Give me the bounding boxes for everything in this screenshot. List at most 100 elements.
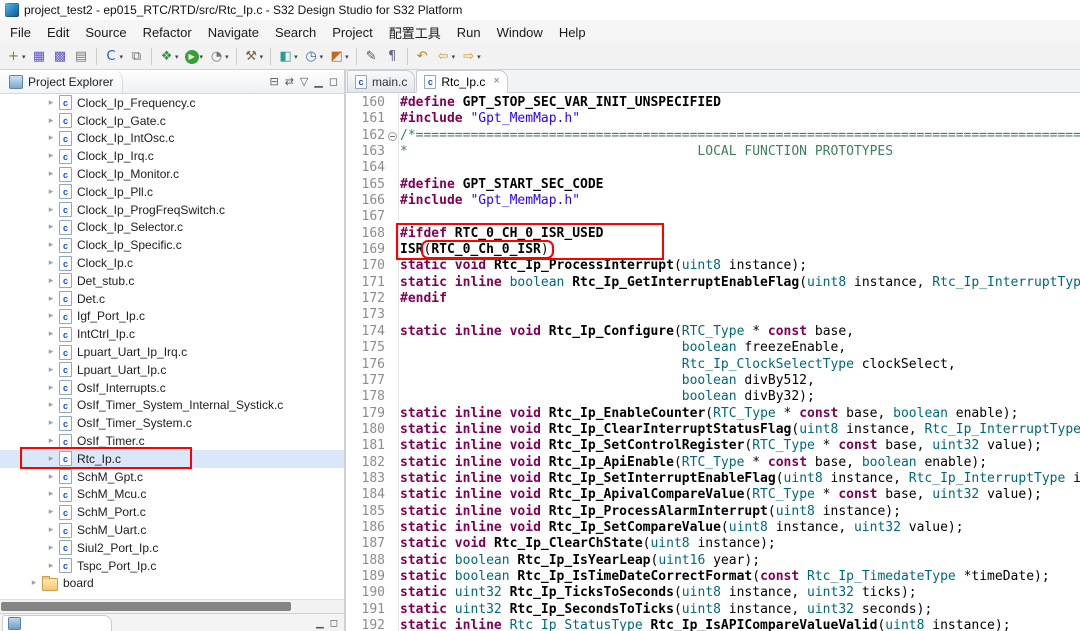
tree-item-board[interactable]: ▸ board bbox=[0, 575, 344, 593]
chevron-collapsed-icon[interactable]: ▸ bbox=[43, 507, 59, 517]
chevron-collapsed-icon[interactable]: ▸ bbox=[43, 525, 59, 535]
chevron-collapsed-icon[interactable]: ▸ bbox=[43, 98, 59, 108]
minimize-button[interactable]: ▁ bbox=[316, 618, 324, 629]
tree-item-schm-port-c[interactable]: ▸ c SchM_Port.c bbox=[0, 503, 344, 521]
chevron-collapsed-icon[interactable]: ▸ bbox=[43, 294, 59, 304]
chevron-collapsed-icon[interactable]: ▸ bbox=[43, 258, 59, 268]
tree-item-osif-timer-system-c[interactable]: ▸ c OsIf_Timer_System.c bbox=[0, 414, 344, 432]
fold-marker-icon[interactable] bbox=[388, 131, 397, 141]
chevron-collapsed-icon[interactable]: ▸ bbox=[43, 133, 59, 143]
print-button[interactable]: ▤ bbox=[71, 46, 92, 67]
chevron-collapsed-icon[interactable]: ▸ bbox=[26, 578, 42, 588]
close-icon[interactable]: × bbox=[493, 76, 499, 87]
chevron-collapsed-icon[interactable]: ▸ bbox=[43, 276, 59, 286]
save-button[interactable]: ▦ bbox=[29, 46, 50, 67]
menu-search[interactable]: Search bbox=[267, 22, 324, 43]
explorer-hscrollbar[interactable] bbox=[0, 599, 344, 613]
menu-edit[interactable]: Edit bbox=[39, 22, 77, 43]
pins-tool-button[interactable]: ◧ ▾ bbox=[275, 46, 301, 67]
tree-item-intctrl-ip-c[interactable]: ▸ c IntCtrl_Ip.c bbox=[0, 325, 344, 343]
tree-item-rtc-ip-c[interactable]: ▸ c Rtc_Ip.c bbox=[0, 449, 344, 468]
show-whitespace-button[interactable]: ¶ bbox=[382, 46, 403, 67]
tree-item-clock-ip-specific-c[interactable]: ▸ c Clock_Ip_Specific.c bbox=[0, 236, 344, 254]
tree-item-clock-ip-intosc-c[interactable]: ▸ c Clock_Ip_IntOsc.c bbox=[0, 130, 344, 148]
view-menu-button[interactable]: ▽ bbox=[300, 75, 308, 88]
tree-item-schm-gpt-c[interactable]: ▸ c SchM_Gpt.c bbox=[0, 468, 344, 486]
chevron-collapsed-icon[interactable]: ▸ bbox=[43, 400, 59, 410]
chevron-collapsed-icon[interactable]: ▸ bbox=[43, 311, 59, 321]
tree-item-clock-ip-frequency-c[interactable]: ▸ c Clock_Ip_Frequency.c bbox=[0, 94, 344, 112]
maximize-button[interactable]: ◻ bbox=[329, 75, 338, 88]
chevron-collapsed-icon[interactable]: ▸ bbox=[43, 116, 59, 126]
collapse-all-button[interactable]: ⊟ bbox=[269, 75, 278, 88]
chevron-collapsed-icon[interactable]: ▸ bbox=[43, 543, 59, 553]
tree-item-lpuart-uart-ip-c[interactable]: ▸ c Lpuart_Uart_Ip.c bbox=[0, 361, 344, 379]
chevron-collapsed-icon[interactable]: ▸ bbox=[43, 222, 59, 232]
scrollbar-thumb[interactable] bbox=[1, 602, 291, 611]
run-button[interactable]: ▶ ▾ bbox=[182, 46, 207, 67]
menu-help[interactable]: Help bbox=[551, 22, 594, 43]
tree-item-osif-interrupts-c[interactable]: ▸ c OsIf_Interrupts.c bbox=[0, 379, 344, 397]
new-wizard-button[interactable]: + ▾ bbox=[3, 46, 29, 67]
menu-refactor[interactable]: Refactor bbox=[135, 22, 200, 43]
menu-file[interactable]: File bbox=[2, 22, 39, 43]
minimize-button[interactable]: ▁ bbox=[314, 75, 322, 88]
menu-navigate[interactable]: Navigate bbox=[200, 22, 267, 43]
forward-button[interactable]: ⇨ ▾ bbox=[458, 46, 484, 67]
tree-item-schm-mcu-c[interactable]: ▸ c SchM_Mcu.c bbox=[0, 486, 344, 504]
code-editor[interactable]: 160 161 162 163 164 165 166 167 168 169 170 171 172 1… bbox=[346, 93, 1080, 631]
chevron-collapsed-icon[interactable]: ▸ bbox=[43, 418, 59, 428]
menu-run[interactable]: Run bbox=[449, 22, 489, 43]
profile-button[interactable]: ◔ ▾ bbox=[206, 46, 232, 67]
maximize-button[interactable]: ◻ bbox=[330, 618, 338, 629]
tree-item-osif-timer-c[interactable]: ▸ c OsIf_Timer.c bbox=[0, 432, 344, 450]
tab-project-explorer[interactable]: Project Explorer bbox=[0, 70, 124, 93]
chevron-collapsed-icon[interactable]: ▸ bbox=[43, 329, 59, 339]
link-with-editor-button[interactable]: ⇄ bbox=[285, 75, 294, 88]
back-button[interactable]: ⇦ ▾ bbox=[433, 46, 459, 67]
tree-item-clock-ip-monitor-c[interactable]: ▸ c Clock_Ip_Monitor.c bbox=[0, 165, 344, 183]
editor-tab-main-c[interactable]: c main.c bbox=[347, 70, 416, 92]
tree-item-clock-ip-irq-c[interactable]: ▸ c Clock_Ip_Irq.c bbox=[0, 147, 344, 165]
tree-item-clock-ip-selector-c[interactable]: ▸ c Clock_Ip_Selector.c bbox=[0, 219, 344, 237]
tree-item-osif-timer-system-internal-systick-c[interactable]: ▸ c OsIf_Timer_System_Internal_Systick.c bbox=[0, 397, 344, 415]
tree-item-schm-uart-c[interactable]: ▸ c SchM_Uart.c bbox=[0, 521, 344, 539]
chevron-collapsed-icon[interactable]: ▸ bbox=[43, 454, 59, 464]
editor-tab-rtc-ip-c[interactable]: c Rtc_Ip.c × bbox=[416, 70, 508, 93]
new-c-project-button[interactable]: C ▾ bbox=[101, 46, 127, 67]
tree-item-lpuart-uart-ip-irq-c[interactable]: ▸ c Lpuart_Uart_Ip_Irq.c bbox=[0, 343, 344, 361]
save-all-button[interactable]: ▩ bbox=[50, 46, 71, 67]
tree-item-siul2-port-ip-c[interactable]: ▸ c Siul2_Port_Ip.c bbox=[0, 539, 344, 557]
chevron-collapsed-icon[interactable]: ▸ bbox=[43, 347, 59, 357]
menu-window[interactable]: Window bbox=[489, 22, 551, 43]
chevron-collapsed-icon[interactable]: ▸ bbox=[43, 365, 59, 375]
chevron-collapsed-icon[interactable]: ▸ bbox=[43, 383, 59, 393]
chevron-collapsed-icon[interactable]: ▸ bbox=[43, 151, 59, 161]
menu-project[interactable]: Project bbox=[324, 22, 380, 43]
clocks-tool-button[interactable]: ◷ ▾ bbox=[301, 46, 327, 67]
chevron-collapsed-icon[interactable]: ▸ bbox=[43, 472, 59, 482]
tree-item-det-stub-c[interactable]: ▸ c Det_stub.c bbox=[0, 272, 344, 290]
chevron-collapsed-icon[interactable]: ▸ bbox=[43, 187, 59, 197]
tree-item-clock-ip-pll-c[interactable]: ▸ c Clock_Ip_Pll.c bbox=[0, 183, 344, 201]
chevron-collapsed-icon[interactable]: ▸ bbox=[43, 169, 59, 179]
menu-source[interactable]: Source bbox=[77, 22, 134, 43]
edit-element-button[interactable]: ✎ bbox=[361, 46, 382, 67]
tree-item-det-c[interactable]: ▸ c Det.c bbox=[0, 290, 344, 308]
chevron-collapsed-icon[interactable]: ▸ bbox=[43, 240, 59, 250]
build-button[interactable]: ⚒ ▾ bbox=[241, 46, 267, 67]
chevron-collapsed-icon[interactable]: ▸ bbox=[43, 205, 59, 215]
tree-item-igf-port-ip-c[interactable]: ▸ c Igf_Port_Ip.c bbox=[0, 308, 344, 326]
tree-item-clock-ip-c[interactable]: ▸ c Clock_Ip.c bbox=[0, 254, 344, 272]
last-edit-location-button[interactable]: ↶ bbox=[412, 46, 433, 67]
tree-item-clock-ip-gate-c[interactable]: ▸ c Clock_Ip_Gate.c bbox=[0, 112, 344, 130]
debug-button[interactable]: ❖ ▾ bbox=[156, 46, 182, 67]
chevron-collapsed-icon[interactable]: ▸ bbox=[43, 436, 59, 446]
tree-item-tspc-port-ip-c[interactable]: ▸ c Tspc_Port_Ip.c bbox=[0, 557, 344, 575]
open-element-button[interactable]: ⧉ bbox=[126, 46, 147, 67]
peripherals-tool-button[interactable]: ◩ ▾ bbox=[326, 46, 352, 67]
menu-config-tools[interactable]: 配置工具 bbox=[381, 20, 449, 45]
chevron-collapsed-icon[interactable]: ▸ bbox=[43, 561, 59, 571]
chevron-collapsed-icon[interactable]: ▸ bbox=[43, 489, 59, 499]
tree-item-clock-ip-progfreqswitch-c[interactable]: ▸ c Clock_Ip_ProgFreqSwitch.c bbox=[0, 201, 344, 219]
